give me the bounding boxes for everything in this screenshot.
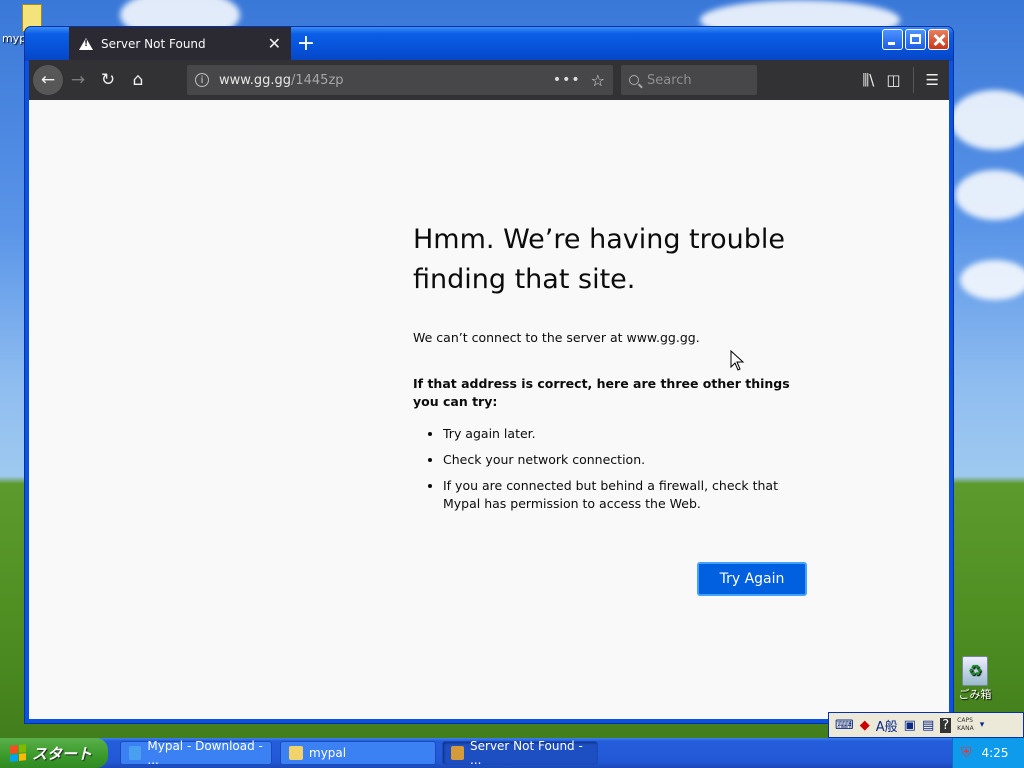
window-controls [882, 29, 949, 50]
url-host: www.gg.gg [219, 72, 291, 88]
error-subheading: If that address is correct, here are thr… [413, 376, 790, 409]
error-container: Hmm. We’re having trouble finding that s… [413, 220, 813, 596]
start-button[interactable]: スタート [0, 738, 108, 768]
tips-list: Try again later. Check your network conn… [413, 425, 813, 513]
recycle-bin-icon: ♻ [962, 656, 988, 686]
warning-icon [79, 37, 93, 50]
caps-kana-indicator: CAPS KANA [957, 717, 974, 733]
toolbar-separator [912, 67, 914, 93]
maximize-button[interactable] [905, 29, 926, 50]
system-tray: ⛨ 4:25 [952, 738, 1024, 768]
mouse-cursor-icon [730, 350, 745, 371]
tab-server-not-found[interactable]: Server Not Found ✕ [69, 27, 291, 60]
mypal-icon [451, 746, 465, 760]
minimize-button[interactable] [882, 29, 903, 50]
ime-tools-icon[interactable]: ▤ [922, 718, 934, 733]
reload-button[interactable]: ↻ [93, 65, 123, 95]
url-path: /1445zp [290, 72, 344, 88]
caps-label: CAPS [957, 717, 973, 724]
try-again-button[interactable]: Try Again [697, 562, 807, 596]
cloud [955, 170, 1024, 220]
keyboard-icon[interactable]: ⌨ [835, 718, 854, 733]
langbar-options-icon[interactable]: ▾ [980, 720, 985, 730]
page-content: Hmm. We’re having trouble finding that s… [29, 100, 949, 719]
ime-pad-icon[interactable]: ▣ [904, 718, 916, 733]
taskbar-item-label: mypal [309, 746, 347, 760]
help-icon[interactable]: ? [940, 717, 952, 733]
url-text[interactable]: www.gg.gg/1445zp [219, 73, 553, 88]
search-icon [629, 75, 639, 85]
desktop-icon-recycle-bin[interactable]: ♻ ごみ箱 [952, 656, 998, 702]
language-bar: ⌨ ◆ A般 ▣ ▤ ? CAPS KANA ▾ [828, 712, 1024, 738]
tab-title: Server Not Found [101, 36, 206, 51]
title-bar[interactable]: Server Not Found ✕ + [25, 27, 953, 61]
tip-item: Check your network connection. [443, 451, 813, 469]
taskbar-item[interactable]: Mypal - Download - ... [120, 739, 272, 767]
url-bar[interactable]: i www.gg.gg/1445zp ••• ☆ [187, 65, 613, 95]
error-title: Hmm. We’re having trouble finding that s… [413, 224, 786, 295]
search-bar[interactable] [621, 65, 757, 95]
start-label: スタート [32, 744, 93, 763]
home-button[interactable]: ⌂ [123, 65, 153, 95]
cloud [960, 260, 1024, 300]
info-icon[interactable]: i [195, 73, 209, 87]
library-icon[interactable]: ⫼\ [862, 71, 874, 89]
navigation-toolbar: ← → ↻ ⌂ i www.gg.gg/1445zp ••• ☆ ⫼\ ◫ ☰ [29, 60, 949, 100]
browser-window: Server Not Found ✕ + ← → ↻ ⌂ i www.gg.gg… [24, 26, 954, 724]
kana-label: KANA [957, 725, 974, 732]
folder-icon [289, 746, 303, 760]
tip-item: Try again later. [443, 425, 813, 443]
forward-button[interactable]: → [63, 65, 93, 95]
error-message: We can’t connect to the server at www.gg… [413, 330, 700, 345]
back-button[interactable]: ← [33, 65, 63, 95]
search-input[interactable] [645, 71, 739, 89]
desktop-icon-label: ごみ箱 [958, 688, 992, 701]
menu-icon[interactable]: ☰ [926, 71, 939, 89]
security-shield-icon[interactable]: ⛨ [961, 745, 972, 761]
new-tab-icon[interactable]: + [291, 31, 321, 56]
clock[interactable]: 4:25 [982, 746, 1009, 760]
tab-close-icon[interactable]: ✕ [268, 34, 281, 53]
arrow-right-icon: → [70, 70, 86, 90]
page-actions-icon[interactable]: ••• [553, 72, 581, 88]
reload-icon: ↻ [100, 70, 116, 90]
ime-mode[interactable]: A般 [876, 716, 898, 735]
taskbar-item[interactable]: mypal [280, 741, 436, 765]
sidebar-icon[interactable]: ◫ [886, 71, 900, 89]
windows-logo-icon [10, 744, 26, 762]
taskbar-item-label: Server Not Found - ... [470, 739, 583, 767]
taskbar-item[interactable]: Server Not Found - ... [442, 739, 598, 767]
close-button[interactable] [928, 29, 949, 50]
toolbar-right: ⫼\ ◫ ☰ [862, 67, 949, 93]
cloud [950, 90, 1024, 150]
ie-icon [129, 746, 142, 760]
bookmark-star-icon[interactable]: ☆ [591, 71, 605, 90]
taskbar: スタート Mypal - Download - ... mypal Server… [0, 738, 1024, 768]
arrow-left-icon: ← [40, 70, 56, 90]
tab-strip: Server Not Found ✕ + [29, 27, 879, 60]
taskbar-item-label: Mypal - Download - ... [147, 739, 263, 767]
tip-item: If you are connected but behind a firewa… [443, 477, 813, 513]
ime-icon[interactable]: ◆ [860, 718, 870, 733]
home-icon: ⌂ [132, 70, 144, 90]
